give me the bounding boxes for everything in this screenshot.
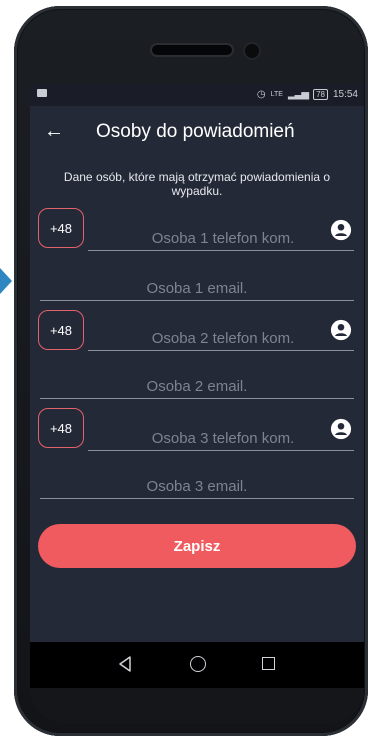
phone-input-2-underline xyxy=(88,350,354,351)
system-nav-bar xyxy=(30,642,364,688)
save-button[interactable]: Zapisz xyxy=(38,524,356,568)
nav-recents-icon[interactable] xyxy=(262,657,275,670)
side-arrow-indicator xyxy=(0,268,12,294)
phone-speaker xyxy=(150,43,234,57)
alarm-icon: ◷ xyxy=(256,89,266,100)
phone-input-3[interactable]: Osoba 3 telefon kom. xyxy=(88,430,358,447)
signal-icon: ▂▃▅ xyxy=(287,89,309,100)
app-screen: ◷ LTE ▂▃▅ 78 15:54 ← Osoby do powiadomie… xyxy=(30,84,364,642)
phone-input-1-underline xyxy=(88,250,354,251)
front-camera xyxy=(243,42,261,60)
clock: 15:54 xyxy=(332,89,358,100)
description-text: Dane osób, które mają otrzymać powiadomi… xyxy=(63,170,331,198)
arrow-left-icon[interactable]: ← xyxy=(44,120,64,142)
phone-input-3-underline xyxy=(88,450,354,451)
email-input-2-underline xyxy=(40,398,354,399)
email-input-3[interactable]: Osoba 3 email. xyxy=(40,478,354,495)
notification-mail-icon xyxy=(37,89,47,97)
app-bar: ← Osoby do powiadomień xyxy=(30,106,364,158)
phone-input-1[interactable]: Osoba 1 telefon kom. xyxy=(88,230,358,247)
battery-icon: 78 xyxy=(313,89,328,100)
status-bar: ◷ LTE ▂▃▅ 78 15:54 xyxy=(30,84,364,106)
email-input-1[interactable]: Osoba 1 email. xyxy=(40,280,354,297)
country-code-1[interactable]: +48 xyxy=(38,208,84,248)
page-title: Osoby do powiadomień xyxy=(96,121,295,142)
phone-chin xyxy=(30,688,364,724)
network-label: LTE xyxy=(270,91,283,98)
phone-input-2[interactable]: Osoba 2 telefon kom. xyxy=(88,330,358,347)
country-code-3[interactable]: +48 xyxy=(38,408,84,448)
email-input-1-underline xyxy=(40,300,354,301)
contact-picker-icon[interactable] xyxy=(330,319,352,341)
country-code-2[interactable]: +48 xyxy=(38,310,84,350)
contact-picker-icon[interactable] xyxy=(330,219,352,241)
status-right: ◷ LTE ▂▃▅ 78 15:54 xyxy=(257,89,358,100)
contact-picker-icon[interactable] xyxy=(330,418,352,440)
nav-back-icon[interactable] xyxy=(118,656,132,672)
email-input-2[interactable]: Osoba 2 email. xyxy=(40,378,354,395)
nav-home-icon[interactable] xyxy=(190,656,206,672)
email-input-3-underline xyxy=(40,498,354,499)
